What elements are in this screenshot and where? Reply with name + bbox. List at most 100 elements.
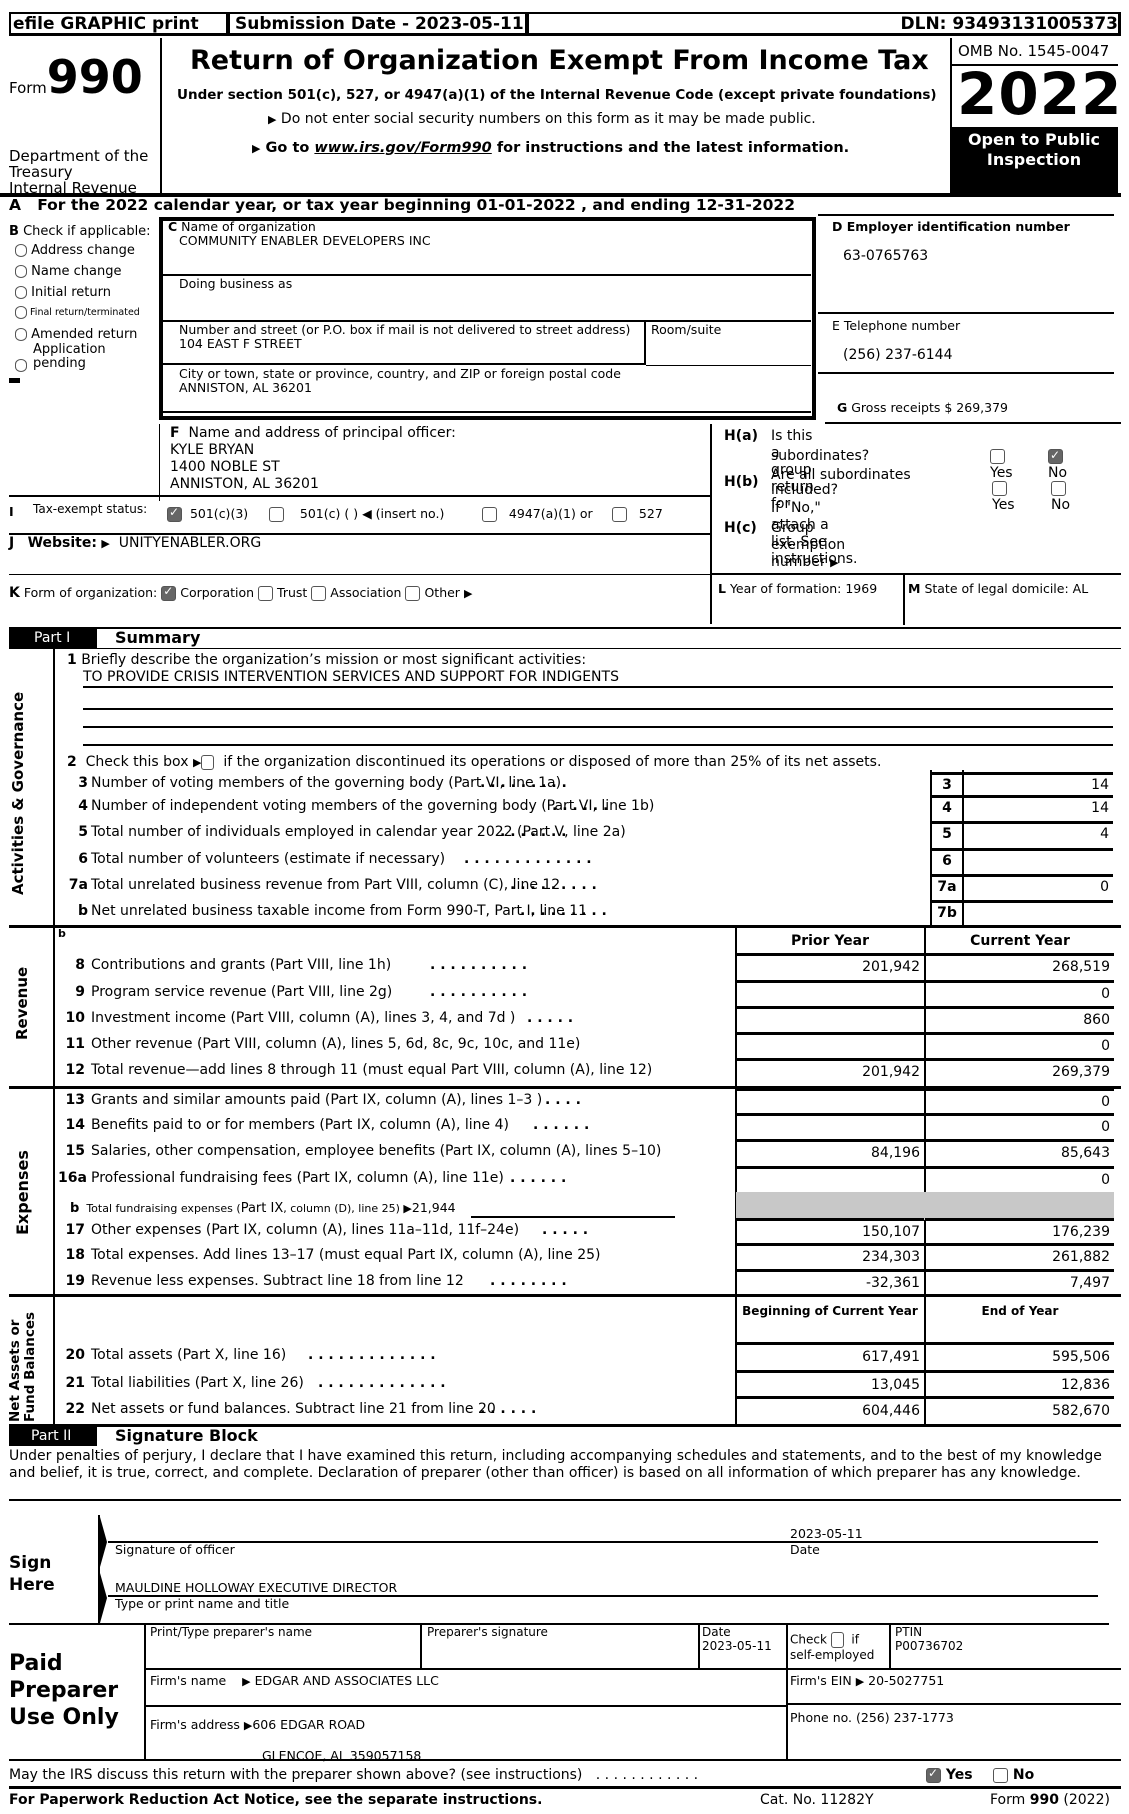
firm-name: Firm's name ▶ EDGAR AND ASSOCIATES LLC bbox=[150, 1673, 439, 1688]
ha-yes-checkbox[interactable]: Yes bbox=[990, 448, 1013, 482]
association-checkbox[interactable]: Association bbox=[311, 585, 401, 601]
net-assets-line-21: 21 Total liabilities (Part X, line 26) . .… bbox=[0, 1370, 1129, 1397]
checkbox-amended-return[interactable]: Amended return bbox=[15, 327, 151, 343]
signature-date: 2023-05-11 bbox=[790, 1526, 863, 1541]
leader-dots: . . . . . . . . bbox=[490, 1273, 567, 1289]
self-employed-check[interactable]: Check if self-employed bbox=[790, 1632, 874, 1663]
line-number: 12 bbox=[65, 1062, 85, 1078]
checkbox-name-change[interactable]: Name change bbox=[15, 264, 151, 285]
preparer-phone: Phone no. (256) 237-1773 bbox=[790, 1710, 954, 1725]
prior-year-value bbox=[736, 1006, 924, 1033]
trust-checkbox[interactable]: Trust bbox=[258, 585, 307, 601]
expense-line-16a: 16a Professional fundraising fees (Part I… bbox=[0, 1166, 1129, 1192]
perjury-statement: Under penalties of perjury, I declare th… bbox=[9, 1448, 1102, 1481]
current-year-value: 0 bbox=[925, 1032, 1114, 1059]
summary-line-5: 5 Total number of individuals employed in… bbox=[0, 821, 1129, 847]
irs-link[interactable]: www.irs.gov/Form990 bbox=[314, 140, 491, 156]
ein-value: 63-0765763 bbox=[843, 248, 929, 264]
leader-dots: . . . . . . bbox=[510, 1170, 567, 1186]
line-label: Salaries, other compensation, employee b… bbox=[91, 1143, 662, 1159]
expense-line-14: 14 Benefits paid to or for members (Part … bbox=[0, 1113, 1129, 1139]
prior-year-value: 150,107 bbox=[736, 1218, 924, 1244]
discontinued-checkbox[interactable] bbox=[201, 754, 215, 770]
form-subtitle: Under section 501(c), 527, or 4947(a)(1)… bbox=[177, 87, 937, 103]
status-501c3-checkbox[interactable]: 501(c)(3) bbox=[167, 505, 248, 522]
gross-receipts: G Gross receipts $ 269,379 bbox=[837, 400, 1008, 415]
expense-line-15: 15 Salaries, other compensation, employee… bbox=[0, 1139, 1129, 1165]
line-number: 6 bbox=[78, 851, 88, 867]
efile-label: efile GRAPHIC print bbox=[13, 14, 199, 34]
checkbox-address-change[interactable]: Address change bbox=[15, 243, 151, 264]
arrow-right-icon: ▶ bbox=[855, 1675, 865, 1688]
summary-line-7a: 7a Total unrelated business revenue from … bbox=[0, 874, 1129, 900]
status-527-checkbox[interactable]: 527 bbox=[612, 506, 663, 522]
corporation-checkbox[interactable]: Corporation bbox=[161, 584, 254, 601]
checkbox-final-return[interactable]: Final return/terminated bbox=[15, 306, 151, 327]
revenue-line-11: 11 Other revenue (Part VIII, column (A), … bbox=[0, 1032, 1129, 1059]
status-501c-checkbox[interactable]: 501(c) ( ) ◀ (insert no.) bbox=[269, 506, 444, 522]
paperwork-notice: For Paperwork Reduction Act Notice, see … bbox=[9, 1792, 543, 1808]
line-label: Benefits paid to or for members (Part IX… bbox=[91, 1117, 509, 1133]
firm-address: Firm's address ▶606 EDGAR ROAD GLENCOE, … bbox=[150, 1717, 422, 1763]
line-number: 17 bbox=[65, 1222, 85, 1238]
department: Department of the Treasury Internal Reve… bbox=[9, 148, 149, 194]
summary-line-6: 6 Total number of volunteers (estimate if… bbox=[0, 848, 1129, 874]
line-label: Total liabilities (Part X, line 26) bbox=[91, 1375, 304, 1391]
line-value: 14 bbox=[963, 795, 1113, 821]
year-of-formation: L Year of formation: 1969 bbox=[718, 581, 878, 596]
part2-title: Signature Block bbox=[115, 1426, 258, 1445]
hb-no-checkbox[interactable]: No bbox=[1051, 480, 1070, 514]
status-4947-checkbox[interactable]: 4947(a)(1) or bbox=[482, 506, 593, 522]
expense-line-19: 19 Revenue less expenses. Subtract line 1… bbox=[0, 1269, 1129, 1295]
prior-year-value: 84,196 bbox=[736, 1139, 924, 1165]
prior-year-value bbox=[736, 1032, 924, 1059]
cat-number: Cat. No. 11282Y bbox=[760, 1792, 874, 1808]
ha-no-checkbox[interactable]: No bbox=[1048, 447, 1067, 482]
checkbox-initial-return[interactable]: Initial return bbox=[15, 285, 151, 306]
open-public-badge: Open to Public Inspection bbox=[950, 127, 1118, 193]
discuss-no-checkbox[interactable]: No bbox=[993, 1767, 1034, 1783]
phone-label: E Telephone number bbox=[832, 318, 961, 333]
name-title-label: Type or print name and title bbox=[115, 1596, 290, 1611]
current-year-value: 0 bbox=[925, 980, 1114, 1007]
line-number: 14 bbox=[65, 1117, 85, 1133]
tax-year-line: A For the 2022 calendar year, or tax yea… bbox=[9, 196, 796, 214]
sign-arrow-icon bbox=[100, 1517, 107, 1567]
prior-year-value: 234,303 bbox=[736, 1243, 924, 1269]
other-checkbox[interactable]: Other ▶ bbox=[405, 585, 472, 601]
leader-dots: . . . . . . bbox=[480, 1401, 537, 1417]
line-box-label: 4 bbox=[931, 795, 963, 821]
expense-line-17: 17 Other expenses (Part IX, column (A), l… bbox=[0, 1218, 1129, 1244]
leader-dots: . . . . . . . . . . . . . bbox=[318, 1375, 446, 1391]
prior-year-value bbox=[736, 1113, 924, 1139]
org-name-label: C Name of organization bbox=[168, 219, 316, 234]
current-year-value: 0 bbox=[925, 1088, 1114, 1114]
end-year-value: 582,670 bbox=[925, 1396, 1114, 1423]
checkbox-application-pending[interactable]: Application pending bbox=[15, 343, 135, 372]
line-value bbox=[963, 900, 1113, 926]
expense-line-13: 13 Grants and similar amounts paid (Part … bbox=[0, 1088, 1129, 1114]
line-number: 9 bbox=[75, 984, 85, 1000]
mission-text: TO PROVIDE CRISIS INTERVENTION SERVICES … bbox=[83, 669, 619, 685]
summary-line-7b: b Net unrelated business taxable income f… bbox=[0, 900, 1129, 926]
leader-dots: . . . . . . . . . bbox=[480, 775, 567, 791]
beginning-year-value: 13,045 bbox=[736, 1370, 924, 1397]
line-number: 5 bbox=[78, 824, 88, 840]
line-number: 13 bbox=[65, 1092, 85, 1108]
state-domicile: M State of legal domicile: AL bbox=[908, 581, 1089, 596]
line-value: 0 bbox=[963, 874, 1113, 900]
omb-number: OMB No. 1545-0047 bbox=[958, 42, 1110, 60]
form-title: Return of Organization Exempt From Incom… bbox=[190, 45, 929, 76]
discuss-yes-checkbox[interactable]: Yes bbox=[926, 1766, 973, 1783]
current-year-value: 0 bbox=[925, 1113, 1114, 1139]
ptin: PTIN P00736702 bbox=[895, 1625, 964, 1653]
line-value bbox=[963, 848, 1113, 874]
officer-name-title: MAULDINE HOLLOWAY EXECUTIVE DIRECTOR bbox=[115, 1580, 398, 1595]
leader-dots: . . . . . . . . . . bbox=[430, 984, 528, 1000]
paid-preparer-heading: Paid Preparer Use Only bbox=[9, 1651, 119, 1730]
line16b-shaded bbox=[736, 1192, 1114, 1220]
hb-yes-checkbox[interactable]: Yes bbox=[992, 480, 1015, 514]
col-current-year: Current Year bbox=[970, 933, 1070, 949]
line-label: Grants and similar amounts paid (Part IX… bbox=[91, 1092, 543, 1108]
col-begin-year: Beginning of Current Year bbox=[742, 1304, 918, 1318]
